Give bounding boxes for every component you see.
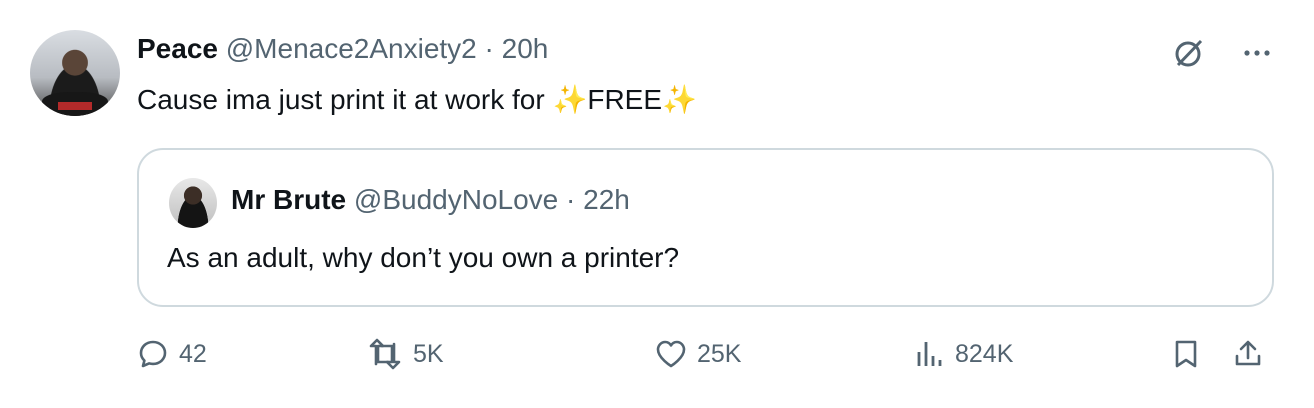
tweet-text: Cause ima just print it at work for ✨FRE…: [137, 83, 697, 116]
reply-count: 42: [179, 339, 207, 368]
bookmark-icon: [1175, 340, 1197, 368]
tweet-text-main: Cause ima just print it at work for: [137, 84, 553, 115]
grok-icon[interactable]: [1172, 36, 1206, 70]
quoted-time-separator: ·: [566, 184, 576, 215]
reply-button[interactable]: 42: [137, 338, 207, 370]
like-button[interactable]: 25K: [655, 338, 741, 370]
author-name[interactable]: Peace: [137, 33, 218, 64]
author-handle[interactable]: @Menace2Anxiety2: [226, 33, 477, 64]
tweet[interactable]: Peace @Menace2Anxiety2 · 20h Cause ima j…: [0, 0, 1314, 408]
share-icon: [1235, 340, 1261, 366]
views-icon: [917, 342, 942, 366]
views-count: 824K: [955, 339, 1014, 368]
repost-count: 5K: [413, 339, 444, 368]
avatar[interactable]: [30, 30, 120, 116]
sparkle-emoji: ✨: [552, 84, 588, 115]
tweet-actions: 42 5K 25K 824K: [137, 338, 1277, 378]
views-button[interactable]: 824K: [913, 338, 1013, 370]
quoted-author-handle: @BuddyNoLove: [353, 184, 559, 215]
bookmark-button[interactable]: [1170, 338, 1202, 370]
reply-icon: [139, 340, 167, 368]
repost-button[interactable]: 5K: [367, 338, 444, 370]
repost-icon: [369, 338, 401, 370]
like-count: 25K: [697, 339, 742, 368]
quoted-time: 22h: [583, 184, 630, 215]
time-separator: ·: [484, 33, 494, 64]
tweet-header: Peace @Menace2Anxiety2 · 20h: [137, 33, 548, 65]
sparkle-emoji: ✨: [662, 84, 697, 115]
avatar-shirt-logo: [58, 102, 92, 110]
more-icon[interactable]: [1240, 36, 1274, 70]
heart-icon: [656, 340, 686, 368]
tweet-text-free: FREE: [587, 84, 663, 115]
tweet-top-actions: [1172, 36, 1274, 70]
quoted-tweet[interactable]: Mr Brute @BuddyNoLove · 22h As an adult,…: [137, 148, 1274, 307]
quoted-avatar: [169, 178, 217, 228]
share-button[interactable]: [1232, 338, 1264, 370]
tweet-time[interactable]: 20h: [502, 33, 549, 64]
quoted-text: As an adult, why don’t you own a printer…: [167, 242, 680, 273]
quoted-author-name: Mr Brute: [231, 184, 347, 215]
quoted-header: Mr Brute @BuddyNoLove · 22h: [231, 184, 630, 216]
